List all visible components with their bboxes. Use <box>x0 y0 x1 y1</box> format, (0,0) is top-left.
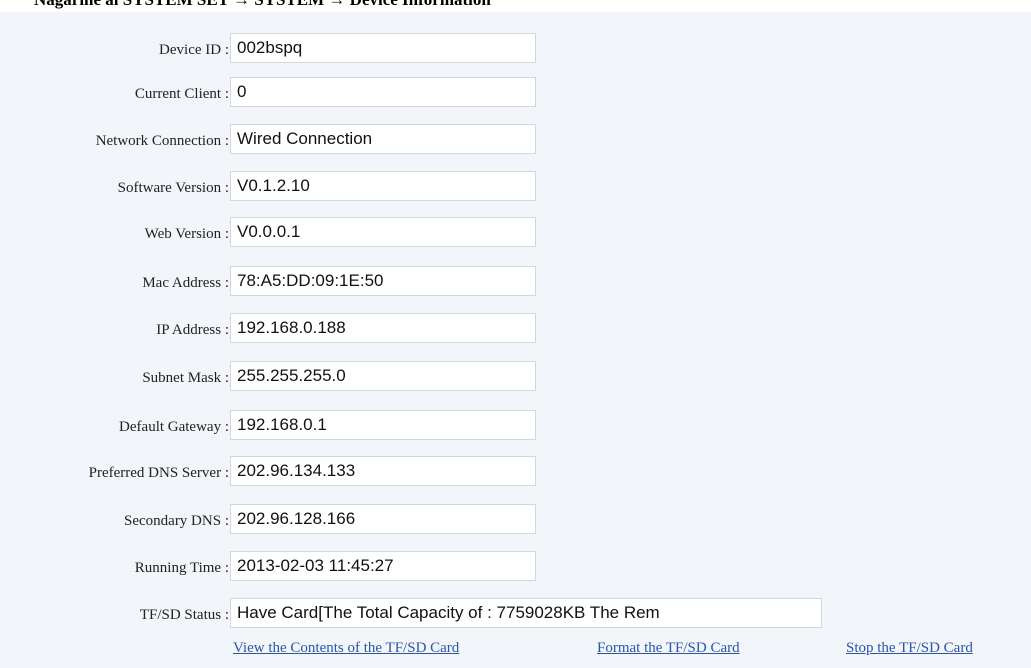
preferred-dns-field[interactable] <box>230 456 536 486</box>
network-connection-label: Network Connection : <box>95 133 229 149</box>
preferred-dns-row: Preferred DNS Server : <box>0 456 1031 496</box>
stop-tfsd-link[interactable]: Stop the TF/SD Card <box>846 640 973 657</box>
device-info-panel: Device ID : Current Client : Network Con… <box>0 12 1031 668</box>
running-time-field[interactable] <box>230 551 536 581</box>
mac-address-field[interactable] <box>230 266 536 296</box>
web-version-field[interactable] <box>230 217 536 247</box>
web-version-label: Web Version : <box>144 226 229 242</box>
breadcrumb: Nagarine ai SYSTEM SET → SYSTEM → Device… <box>34 0 491 10</box>
mac-address-label: Mac Address : <box>142 275 229 291</box>
secondary-dns-field[interactable] <box>230 504 536 534</box>
secondary-dns-label: Secondary DNS : <box>124 513 229 529</box>
software-version-label: Software Version : <box>117 180 229 196</box>
ip-address-field[interactable] <box>230 313 536 343</box>
current-client-row: Current Client : <box>0 77 1031 117</box>
tfsd-status-row: TF/SD Status : <box>0 598 1031 638</box>
subnet-mask-row: Subnet Mask : <box>0 361 1031 401</box>
device-id-label: Device ID : <box>159 42 229 58</box>
default-gateway-field[interactable] <box>230 410 536 440</box>
ip-address-label: IP Address : <box>156 322 229 338</box>
current-client-field[interactable] <box>230 77 536 107</box>
subnet-mask-field[interactable] <box>230 361 536 391</box>
tfsd-actions: View the Contents of the TF/SD Card Form… <box>0 640 1031 664</box>
default-gateway-row: Default Gateway : <box>0 410 1031 450</box>
tfsd-status-label: TF/SD Status : <box>139 607 229 623</box>
software-version-field[interactable] <box>230 171 536 201</box>
running-time-label: Running Time : <box>134 560 229 576</box>
device-id-row: Device ID : <box>0 33 1031 73</box>
tfsd-status-field[interactable] <box>230 598 822 628</box>
device-id-field[interactable] <box>230 33 536 63</box>
running-time-row: Running Time : <box>0 551 1031 591</box>
ip-address-row: IP Address : <box>0 313 1031 353</box>
software-version-row: Software Version : <box>0 171 1031 211</box>
network-connection-field[interactable] <box>230 124 536 154</box>
preferred-dns-label: Preferred DNS Server : <box>88 465 229 481</box>
current-client-label: Current Client : <box>134 86 229 102</box>
secondary-dns-row: Secondary DNS : <box>0 504 1031 544</box>
default-gateway-label: Default Gateway : <box>119 419 229 435</box>
subnet-mask-label: Subnet Mask : <box>142 370 229 386</box>
network-connection-row: Network Connection : <box>0 124 1031 164</box>
view-tfsd-contents-link[interactable]: View the Contents of the TF/SD Card <box>233 640 459 657</box>
mac-address-row: Mac Address : <box>0 266 1031 306</box>
web-version-row: Web Version : <box>0 217 1031 257</box>
format-tfsd-link[interactable]: Format the TF/SD Card <box>597 640 740 657</box>
